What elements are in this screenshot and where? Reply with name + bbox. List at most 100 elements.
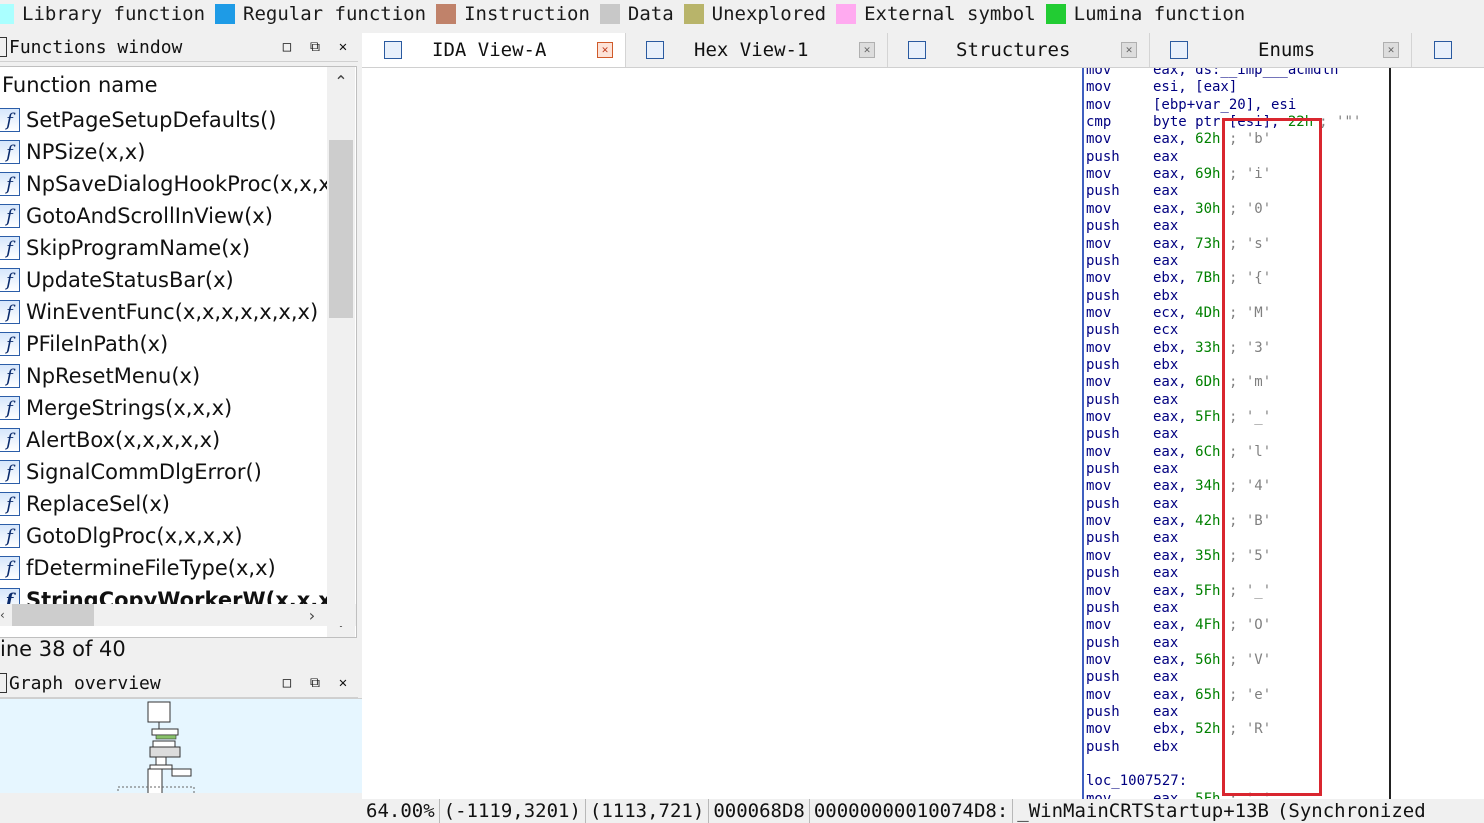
function-list-item[interactable]: f fDetermineFileType(x,x) (0, 552, 327, 584)
code-line[interactable]: push eax (1086, 253, 1229, 270)
function-list-item[interactable]: f NPSize(x,x) (0, 136, 327, 168)
immediate-value: 30h (1195, 200, 1221, 217)
code-line[interactable]: push eax (1086, 426, 1229, 443)
function-name: ReplaceSel(x) (26, 492, 170, 516)
mnemonic: push (1086, 183, 1120, 200)
window-icon (0, 673, 7, 693)
immediate-value: 4Dh (1195, 304, 1221, 321)
operands: eax (1153, 599, 1179, 616)
code-line[interactable] (1086, 756, 1229, 773)
function-name: fDetermineFileType(x,x) (26, 556, 276, 580)
close-tab-icon[interactable]: ✕ (859, 42, 875, 58)
code-line-partial[interactable]: mov eax, ds:__imp___acmdln (1086, 68, 1338, 79)
functions-list[interactable]: Function name f SetPageSetupDefaults() f NP… (0, 66, 357, 638)
code-line[interactable]: push eax (1086, 218, 1229, 235)
scrollbar-thumb[interactable] (329, 140, 353, 318)
close-icon[interactable]: ✕ (336, 39, 350, 55)
function-name: SkipProgramName(x) (26, 236, 251, 260)
operands: ebx, 7Bh (1153, 270, 1221, 287)
tab-next[interactable] (1412, 33, 1484, 67)
operands: eax, 56h (1153, 651, 1221, 668)
mnemonic: mov (1086, 79, 1112, 96)
operands: eax, ds:__imp___acmdln (1153, 68, 1339, 78)
scroll-up-icon[interactable]: ⌃ (327, 67, 355, 95)
immediate-value: 62h (1195, 131, 1221, 148)
graph-overview-canvas[interactable] (0, 698, 362, 793)
code-line[interactable]: push eax (1086, 635, 1229, 652)
code-line[interactable]: push eax (1086, 183, 1229, 200)
minimize-icon[interactable]: □ (280, 39, 294, 55)
function-list-item[interactable]: f NpResetMenu(x) (0, 360, 327, 392)
code-line[interactable]: push eax (1086, 565, 1229, 582)
horizontal-scrollbar[interactable]: ‹ › (0, 604, 356, 626)
status-bar: 64.00% (-1119,3201) (1113,721) 000068D8 … (362, 799, 1484, 823)
function-list-item[interactable]: f AlertBox(x,x,x,x,x) (0, 424, 327, 456)
horizontal-scrollbar-thumb[interactable] (12, 604, 94, 626)
code-line[interactable]: push eax (1086, 600, 1229, 617)
function-list-item[interactable]: f MergeStrings(x,x,x) (0, 392, 327, 424)
function-list-item[interactable]: f PFileInPath(x) (0, 328, 327, 360)
function-list-item[interactable]: f UpdateStatusBar(x) (0, 264, 327, 296)
tab-enums[interactable]: Enums ✕ (1150, 33, 1412, 67)
code-line[interactable]: push eax (1086, 392, 1229, 409)
code-line[interactable]: push eax (1086, 461, 1229, 478)
code-label[interactable]: loc_1007527: (1086, 773, 1187, 790)
operands: eax, 6Ch (1153, 443, 1221, 460)
minimize-icon[interactable]: □ (280, 675, 294, 691)
code-line[interactable]: mov esi, [eax] (1086, 79, 1237, 96)
operands: eax (1153, 703, 1179, 720)
tab-ida-view-a[interactable]: IDA View-A ✕ (362, 33, 626, 67)
close-icon[interactable]: ✕ (336, 675, 350, 691)
function-list-item[interactable]: f SetPageSetupDefaults() (0, 104, 327, 136)
code-line[interactable]: push ebx (1086, 357, 1229, 374)
immediate-value: 5Fh (1195, 790, 1221, 799)
close-tab-icon[interactable]: ✕ (1383, 42, 1399, 58)
legend-label: Data (627, 2, 674, 25)
function-list-item[interactable]: f WinEventFunc(x,x,x,x,x,x,x) (0, 296, 327, 328)
function-list-item[interactable]: f ReplaceSel(x) (0, 488, 327, 520)
view-tabs: IDA View-A ✕ Hex View-1 ✕ Structures ✕ E… (362, 33, 1484, 68)
address: 00000000010074D8: (810, 799, 1014, 823)
function-icon: f (0, 364, 20, 388)
mnemonic: push (1086, 703, 1120, 720)
function-icon: f (0, 332, 20, 356)
restore-icon[interactable]: ⧉ (308, 39, 322, 55)
code-line[interactable]: push eax (1086, 496, 1229, 513)
function-icon: f (0, 524, 20, 548)
code-line[interactable]: mov [ebp+var_20], esi (1086, 97, 1296, 114)
function-list-item[interactable]: f SkipProgramName(x) (0, 232, 327, 264)
function-list-item[interactable]: f SignalCommDlgError() (0, 456, 327, 488)
code-line[interactable]: push ebx (1086, 288, 1229, 305)
function-list-item[interactable]: f NpSaveDialogHookProc(x,x,x,x) (0, 168, 327, 200)
mnemonic: push (1086, 565, 1120, 582)
function-list-item[interactable]: f GotoAndScrollInView(x) (0, 200, 327, 232)
function-list-item[interactable]: f GotoDlgProc(x,x,x,x) (0, 520, 327, 552)
scroll-left-icon[interactable]: ‹ (0, 604, 10, 626)
immediate-value: 6Dh (1195, 374, 1221, 391)
code-line[interactable]: push eax (1086, 530, 1229, 547)
functions-window-title: Functions window (9, 36, 183, 58)
operands: eax (1153, 426, 1179, 443)
close-tab-icon[interactable]: ✕ (1121, 42, 1137, 58)
code-line[interactable]: push eax (1086, 669, 1229, 686)
vertical-scrollbar[interactable]: ⌃ ⌄ (327, 67, 355, 637)
operands: eax, 6Dh (1153, 374, 1221, 391)
function-icon: f (0, 300, 20, 324)
graph-overview-titlebar[interactable]: Graph overview □ ⧉ ✕ (0, 669, 358, 698)
code-line[interactable]: push eax (1086, 704, 1229, 721)
restore-icon[interactable]: ⧉ (308, 675, 322, 691)
tab-structures[interactable]: Structures ✕ (888, 33, 1150, 67)
code-line[interactable]: push eax (1086, 149, 1229, 166)
code-line[interactable]: push ecx (1086, 322, 1229, 339)
scroll-right-icon[interactable]: › (300, 604, 324, 626)
mnemonic: mov (1086, 374, 1112, 391)
line-info: ine 38 of 40 (0, 637, 126, 661)
column-header-function-name[interactable]: Function name (0, 67, 329, 103)
legend-swatch (0, 3, 14, 24)
legend-label: External symbol (864, 2, 1036, 25)
tab-hex-view-1[interactable]: Hex View-1 ✕ (626, 33, 888, 67)
functions-window-titlebar[interactable]: Functions window □ ⧉ ✕ (0, 33, 358, 62)
code-line[interactable]: push ebx (1086, 739, 1229, 756)
close-tab-icon[interactable]: ✕ (597, 42, 613, 58)
function-name: GotoDlgProc(x,x,x,x) (26, 524, 243, 548)
